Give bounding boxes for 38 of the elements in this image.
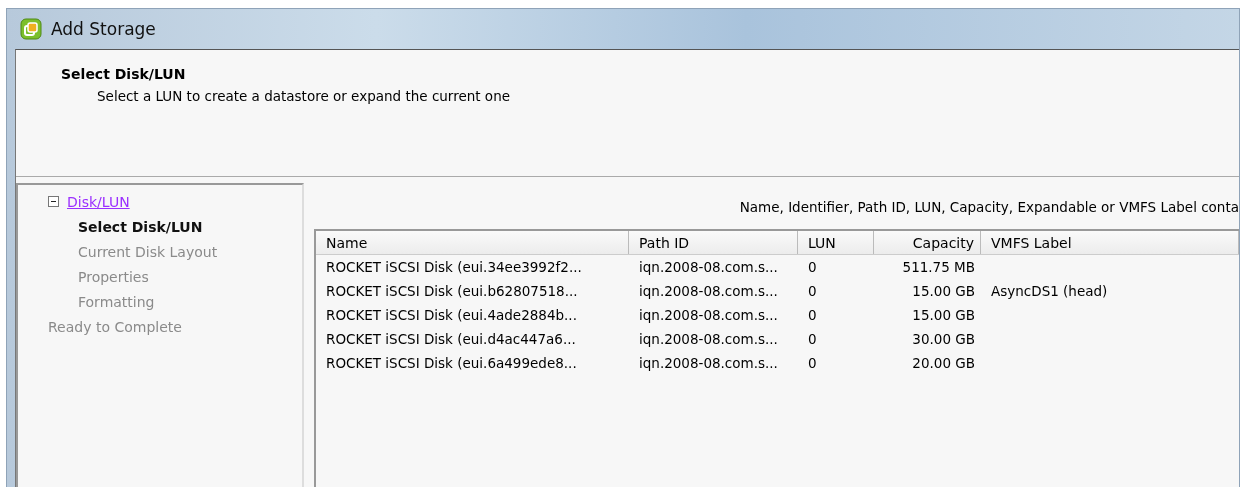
wizard-step: Properties: [78, 268, 149, 285]
table-cell-text: 0: [807, 331, 818, 347]
table-cell-text: iqn.2008-08.com.s...: [638, 331, 779, 347]
column-header[interactable]: Capacity: [874, 231, 981, 254]
collapse-icon[interactable]: [48, 196, 59, 207]
table-cell-text: AsyncDS1 (head): [990, 283, 1109, 299]
wizard-step: Current Disk Layout: [78, 243, 218, 260]
table-cell-text: 15.00 GB: [911, 283, 976, 299]
table-cell-text: 20.00 GB: [911, 355, 976, 371]
page-title: Select Disk/LUN: [61, 66, 187, 82]
wizard-step: Select Disk/LUN: [78, 218, 203, 235]
table-cell-text: iqn.2008-08.com.s...: [638, 355, 779, 371]
storage-icon: [19, 17, 43, 41]
column-header[interactable]: LUN: [798, 231, 874, 254]
table-cell-text: ROCKET iSCSI Disk (eui.34ee3992f2...: [325, 259, 583, 275]
table-cell-text: iqn.2008-08.com.s...: [638, 259, 779, 275]
column-header[interactable]: Name: [316, 231, 629, 254]
table-cell-text: ROCKET iSCSI Disk (eui.4ade2884b...: [325, 307, 578, 323]
table-cell-text: 0: [807, 355, 818, 371]
table-cell-text: 15.00 GB: [911, 307, 976, 323]
page-subtitle: Select a LUN to create a datastore or expand the current one: [96, 88, 511, 104]
table-cell-text: 0: [807, 283, 818, 299]
table-cell-text: ROCKET iSCSI Disk (eui.d4ac447a6...: [325, 331, 577, 347]
table-cell-text: iqn.2008-08.com.s...: [638, 283, 779, 299]
window-title: Add Storage: [51, 19, 156, 39]
filter-hint: Name, Identifier, Path ID, LUN, Capacity, Expandable or VMFS Label conta: [739, 199, 1239, 215]
column-header[interactable]: VMFS Label: [981, 231, 1239, 254]
table-cell-text: ROCKET iSCSI Disk (eui.6a499ede8...: [325, 355, 578, 371]
wizard-step: Formatting: [78, 293, 155, 310]
column-header[interactable]: Path ID: [629, 231, 798, 254]
step-link[interactable]: Disk/LUN: [67, 193, 130, 210]
table-cell-text: ROCKET iSCSI Disk (eui.b62807518...: [325, 283, 579, 299]
table-cell-text: 0: [807, 259, 818, 275]
table-cell-text: 511.75 MB: [901, 259, 976, 275]
wizard-step: Ready to Complete: [48, 318, 182, 335]
table-cell-text: 30.00 GB: [911, 331, 976, 347]
table-cell-text: 0: [807, 307, 818, 323]
table-cell-text: iqn.2008-08.com.s...: [638, 307, 779, 323]
